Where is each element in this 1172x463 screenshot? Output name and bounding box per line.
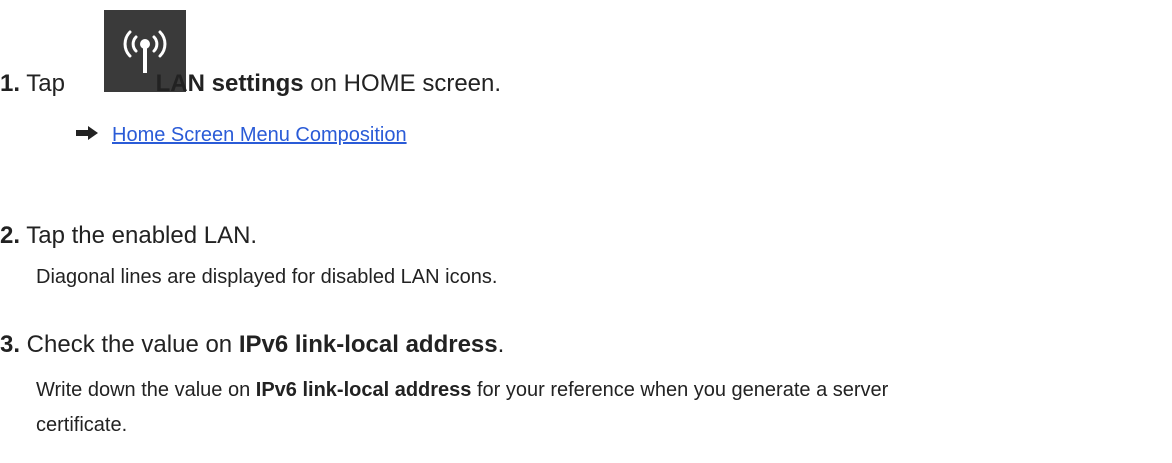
description-text: certificate. — [36, 414, 128, 436]
step-text: Tap the enabled LAN. — [20, 222, 258, 249]
ipv6-address-label: IPv6 link-local address — [255, 379, 472, 401]
step-description: Write down the value on IPv6 link-local … — [36, 373, 888, 443]
description-text: for your reference when you generate a s… — [471, 379, 889, 401]
step-text: Tap — [20, 70, 72, 97]
step-number: 1. — [0, 70, 21, 97]
step-number: 3. — [0, 331, 21, 358]
step-text: . — [497, 331, 505, 358]
related-link[interactable]: Home Screen Menu Composition — [76, 122, 407, 148]
ipv6-address-label: IPv6 link-local address — [238, 331, 498, 358]
lan-settings-label: LAN settings — [155, 70, 304, 97]
home-screen-menu-link[interactable]: Home Screen Menu Composition — [112, 124, 407, 146]
step-2: 2. Tap the enabled LAN. — [0, 222, 257, 250]
step-number: 2. — [0, 222, 21, 249]
right-arrow-icon — [76, 121, 98, 147]
step-1: 1. Tap LAN settings on HOME screen. — [0, 70, 501, 98]
step-3: 3. Check the value on IPv6 link-local ad… — [0, 331, 504, 359]
step-text: Check the value on — [20, 331, 239, 358]
description-text: Write down the value on — [36, 379, 256, 401]
step-description: Diagonal lines are displayed for disable… — [36, 266, 498, 288]
step-text: on HOME screen. — [303, 70, 502, 97]
